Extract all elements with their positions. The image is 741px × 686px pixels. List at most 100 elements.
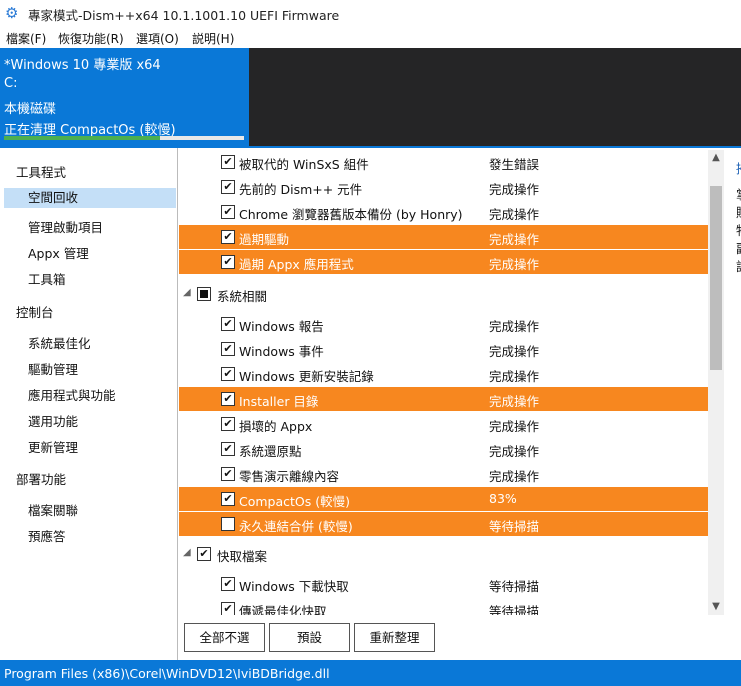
header-dark-area bbox=[249, 48, 741, 146]
scroll-down-icon[interactable]: ▼ bbox=[708, 599, 724, 615]
list-item[interactable]: ✔ 過期 Appx 應用程式 完成操作 bbox=[179, 250, 708, 274]
detail-text: 物 bbox=[736, 220, 741, 239]
list-item[interactable]: ✔ Installer 目錄 完成操作 bbox=[179, 387, 708, 411]
item-status: 完成操作 bbox=[489, 257, 540, 272]
item-name: 快取檔案 bbox=[217, 549, 268, 564]
item-name: CompactOs (較慢) bbox=[239, 494, 350, 509]
sidebar-item-3[interactable]: Appx 管理 bbox=[28, 243, 89, 262]
checkbox-icon[interactable] bbox=[221, 517, 235, 531]
checkbox-icon[interactable]: ✔ bbox=[221, 230, 235, 244]
sidebar-item-1[interactable]: 空間回收 bbox=[4, 188, 176, 208]
session-header[interactable]: *Windows 10 專業版 x64 C: 本機磁碟 正在清理 Compact… bbox=[0, 48, 249, 146]
menu-help[interactable]: 説明(H) bbox=[192, 30, 234, 47]
sidebar-item-6[interactable]: 系統最佳化 bbox=[28, 333, 91, 352]
item-status: 等待掃描 bbox=[489, 519, 540, 534]
list-item[interactable]: ✔ 損壞的 Appx 完成操作 bbox=[179, 412, 708, 436]
checkbox-icon[interactable]: ✔ bbox=[221, 442, 235, 456]
list-item[interactable]: ✔ 被取代的 WinSxS 組件 發生錯誤 bbox=[179, 150, 708, 174]
list-scrollbar[interactable]: ▲ ▼ bbox=[708, 150, 724, 615]
sidebar-item-7[interactable]: 驅動管理 bbox=[28, 359, 78, 378]
detail-link[interactable]: 掃 bbox=[736, 158, 741, 177]
list-item[interactable]: ✔ CompactOs (較慢) 83% bbox=[179, 487, 708, 511]
detail-text: 掌 bbox=[736, 184, 741, 203]
sidebar-item-9[interactable]: 選用功能 bbox=[28, 411, 78, 430]
item-name: Windows 下載快取 bbox=[239, 579, 349, 594]
item-name: 過期驅動 bbox=[239, 232, 290, 247]
checkbox-icon[interactable]: ✔ bbox=[221, 492, 235, 506]
collapse-arrow-icon[interactable]: ◢ bbox=[183, 547, 191, 558]
progress-bar bbox=[4, 136, 244, 140]
menu-file[interactable]: 檔案(F) bbox=[6, 30, 46, 47]
checkbox-icon[interactable]: ✔ bbox=[221, 577, 235, 591]
checkbox-icon[interactable]: ✔ bbox=[221, 180, 235, 194]
sidebar-item-8[interactable]: 應用程式與功能 bbox=[28, 385, 116, 404]
sidebar-item-4[interactable]: 工具箱 bbox=[28, 269, 66, 288]
drive-label: C: bbox=[4, 76, 18, 91]
progress-fill bbox=[4, 136, 160, 140]
sidebar-item-13[interactable]: 預應答 bbox=[28, 526, 66, 545]
checkbox-icon[interactable]: ✔ bbox=[221, 467, 235, 481]
item-status: 完成操作 bbox=[489, 182, 540, 197]
menu-options[interactable]: 選項(O) bbox=[136, 30, 179, 47]
group-row[interactable]: ◢ 系統相關 bbox=[179, 282, 708, 306]
detail-text: 賦 bbox=[736, 202, 741, 221]
window-title: 專家模式-Dism++x64 10.1.1001.10 UEFI Firmwar… bbox=[28, 8, 340, 23]
group-row[interactable]: ◢ ✔ 快取檔案 bbox=[179, 542, 708, 566]
item-status: 完成操作 bbox=[489, 394, 540, 409]
item-status: 等待掃描 bbox=[489, 604, 540, 615]
list-item[interactable]: ✔ 系統還原點 完成操作 bbox=[179, 437, 708, 461]
scroll-up-icon[interactable]: ▲ bbox=[708, 150, 724, 166]
detail-text: 副 bbox=[736, 238, 741, 257]
sidebar-section-5: 控制台 bbox=[16, 305, 54, 320]
item-name: Windows 報告 bbox=[239, 319, 324, 334]
default-button[interactable]: 預設 bbox=[269, 623, 350, 652]
list-item[interactable]: ✔ 過期驅動 完成操作 bbox=[179, 225, 708, 249]
list-item[interactable]: ✔ Windows 下載快取 等待掃描 bbox=[179, 572, 708, 596]
item-name: Installer 目錄 bbox=[239, 394, 319, 409]
item-name: Chrome 瀏覽器舊版本備份 (by Honry) bbox=[239, 207, 463, 222]
scroll-thumb[interactable] bbox=[710, 186, 722, 370]
item-status: 等待掃描 bbox=[489, 579, 540, 594]
list-item[interactable]: ✔ Windows 事件 完成操作 bbox=[179, 337, 708, 361]
checkbox-icon[interactable]: ✔ bbox=[221, 602, 235, 615]
status-bar: Program Files (x86)\Corel\WinDVD12\IviBD… bbox=[0, 660, 741, 686]
checkbox-icon[interactable]: ✔ bbox=[221, 317, 235, 331]
sidebar-item-10[interactable]: 更新管理 bbox=[28, 437, 78, 456]
deselect-all-button[interactable]: 全部不選 bbox=[184, 623, 265, 652]
list-item[interactable]: ✔ Windows 更新安裝記錄 完成操作 bbox=[179, 362, 708, 386]
list-item[interactable]: ✔ Windows 報告 完成操作 bbox=[179, 312, 708, 336]
list-item[interactable]: ✔ Chrome 瀏覽器舊版本備份 (by Honry) 完成操作 bbox=[179, 200, 708, 224]
item-name: 損壞的 Appx bbox=[239, 419, 313, 434]
sidebar-section-0: 工具程式 bbox=[16, 165, 67, 180]
list-item[interactable]: ✔ 傳遞最佳化快取 等待掃描 bbox=[179, 597, 708, 615]
list-item[interactable]: 永久連結合併 (較慢) 等待掃描 bbox=[179, 512, 708, 536]
checkbox-icon[interactable]: ✔ bbox=[221, 205, 235, 219]
item-status: 83% bbox=[489, 491, 517, 506]
checkbox-icon[interactable]: ✔ bbox=[221, 255, 235, 269]
sidebar-item-12[interactable]: 檔案關聯 bbox=[28, 500, 78, 519]
sidebar-section-11: 部署功能 bbox=[16, 472, 67, 487]
checkbox-icon[interactable]: ✔ bbox=[221, 155, 235, 169]
detail-text: 詳 bbox=[736, 256, 741, 275]
reorganize-button[interactable]: 重新整理 bbox=[354, 623, 435, 652]
os-label: *Windows 10 專業版 x64 bbox=[4, 58, 161, 73]
menu-bar: 檔案(F) 恢復功能(R) 選項(O) 説明(H) bbox=[0, 26, 741, 48]
checkbox-icon[interactable]: ✔ bbox=[197, 547, 211, 561]
checkbox-icon[interactable]: ✔ bbox=[221, 417, 235, 431]
list-item[interactable]: ✔ 先前的 Dism++ 元件 完成操作 bbox=[179, 175, 708, 199]
item-status: 完成操作 bbox=[489, 344, 540, 359]
checkbox-icon[interactable]: ✔ bbox=[221, 367, 235, 381]
menu-restore[interactable]: 恢復功能(R) bbox=[58, 30, 124, 47]
item-name: 永久連結合併 (較慢) bbox=[239, 519, 353, 534]
item-name: Windows 事件 bbox=[239, 344, 324, 359]
item-status: 完成操作 bbox=[489, 319, 540, 334]
item-status: 發生錯誤 bbox=[489, 157, 540, 172]
collapse-arrow-icon[interactable]: ◢ bbox=[183, 287, 191, 298]
checkbox-icon[interactable] bbox=[197, 287, 211, 301]
list-item[interactable]: ✔ 零售演示離線內容 完成操作 bbox=[179, 462, 708, 486]
item-status: 完成操作 bbox=[489, 232, 540, 247]
checkbox-icon[interactable]: ✔ bbox=[221, 342, 235, 356]
sidebar-item-2[interactable]: 管理啟動項目 bbox=[28, 217, 103, 236]
checkbox-icon[interactable]: ✔ bbox=[221, 392, 235, 406]
item-name: Windows 更新安裝記錄 bbox=[239, 369, 374, 384]
